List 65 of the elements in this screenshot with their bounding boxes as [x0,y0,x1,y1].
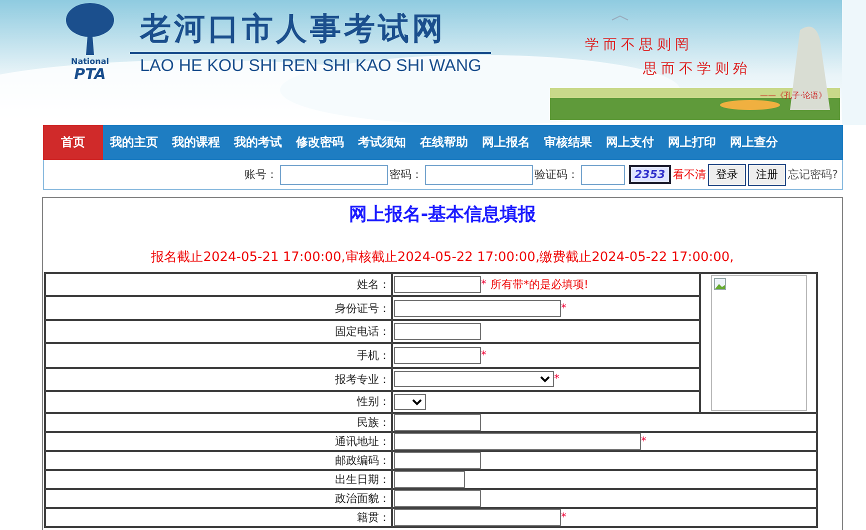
field-label: 身份证号： [45,296,392,320]
field-label: 出生日期： [45,470,392,489]
input-field[interactable] [394,490,481,507]
required-mark: * [481,278,486,291]
login-button[interactable]: 登录 [708,164,746,186]
logo-text: National [71,57,109,66]
form-title: 网上报名-基本信息填报 [348,203,538,226]
nav-tab[interactable]: 首页 [43,125,103,160]
tree-icon [65,2,115,57]
login-button[interactable]: 注册 [748,164,786,186]
field-label: 籍贯： [45,508,392,527]
account-label: 账号： [244,167,278,182]
nav-tab[interactable]: 审核结果 [537,125,599,160]
required-mark: * [481,348,486,362]
quote-line: 思而不学则殆 [643,60,751,78]
field-label: 民族： [45,413,392,432]
nav-tab[interactable]: 考试须知 [351,125,413,160]
captcha-image: 2353 [628,165,672,184]
quote-line: 学而不思则罔 [585,36,693,54]
broken-image-icon [714,278,726,290]
required-mark: * [641,434,646,448]
required-note: 所有带*的是必填项! [490,278,588,291]
nav-tab[interactable]: 在线帮助 [413,125,475,160]
deadline-notice: 报名截止2024-05-21 17:00:00,审核截止2024-05-22 17:00:00,缴费截止2024-05-22 17:00:00, [150,249,735,267]
field-label: 报考专业： [45,368,392,391]
input-field[interactable] [394,471,465,488]
nav-tab[interactable]: 我的主页 [103,125,165,160]
nav-tab[interactable]: 我的课程 [165,125,227,160]
captcha-label: 验证码： [534,167,579,182]
field-label: 手机： [45,343,392,368]
captcha-field[interactable] [580,164,625,184]
field-label: 邮政编码： [45,451,392,470]
nav-tab[interactable]: 网上打印 [661,125,723,160]
forgot-password-link[interactable]: 忘记密码? [788,167,838,182]
quote-source: ——《孔子·论语》 [760,90,827,101]
field-label: 性别： [45,390,392,413]
input-field[interactable] [394,414,481,431]
required-mark: * [561,301,566,314]
account-field[interactable] [280,164,388,184]
input-field[interactable] [394,276,481,294]
input-field[interactable] [394,509,561,526]
password-field[interactable] [424,164,533,184]
field-label: 姓名： [45,273,392,296]
nav-tab[interactable]: 网上查分 [723,125,785,160]
field-label: 政治面貌： [45,489,392,508]
input-field[interactable] [394,323,481,340]
required-mark: * [561,510,566,524]
input-field[interactable] [394,300,561,317]
site-title: 老河口市人事考试网 [130,8,492,54]
field-label: 通讯地址： [45,432,392,451]
nav-tab[interactable]: 修改密码 [289,125,351,160]
field-label: 固定电话： [45,320,392,344]
input-field[interactable] [394,452,481,469]
site-subtitle: LAO HE KOU SHI REN SHI KAO SHI WANG [139,55,482,77]
nav-tab[interactable]: 我的考试 [227,125,289,160]
input-field[interactable] [394,347,481,364]
refresh-link[interactable]: 看不清 [673,167,706,182]
select-field[interactable] [394,371,554,388]
required-mark: * [554,372,560,386]
logo-text: PTA [74,66,106,82]
input-field[interactable] [394,433,641,450]
nav-tab[interactable]: 网上报名 [475,125,537,160]
nav-tab[interactable]: 网上支付 [599,125,661,160]
select-field[interactable] [394,394,426,410]
password-label: 密码： [390,167,423,182]
